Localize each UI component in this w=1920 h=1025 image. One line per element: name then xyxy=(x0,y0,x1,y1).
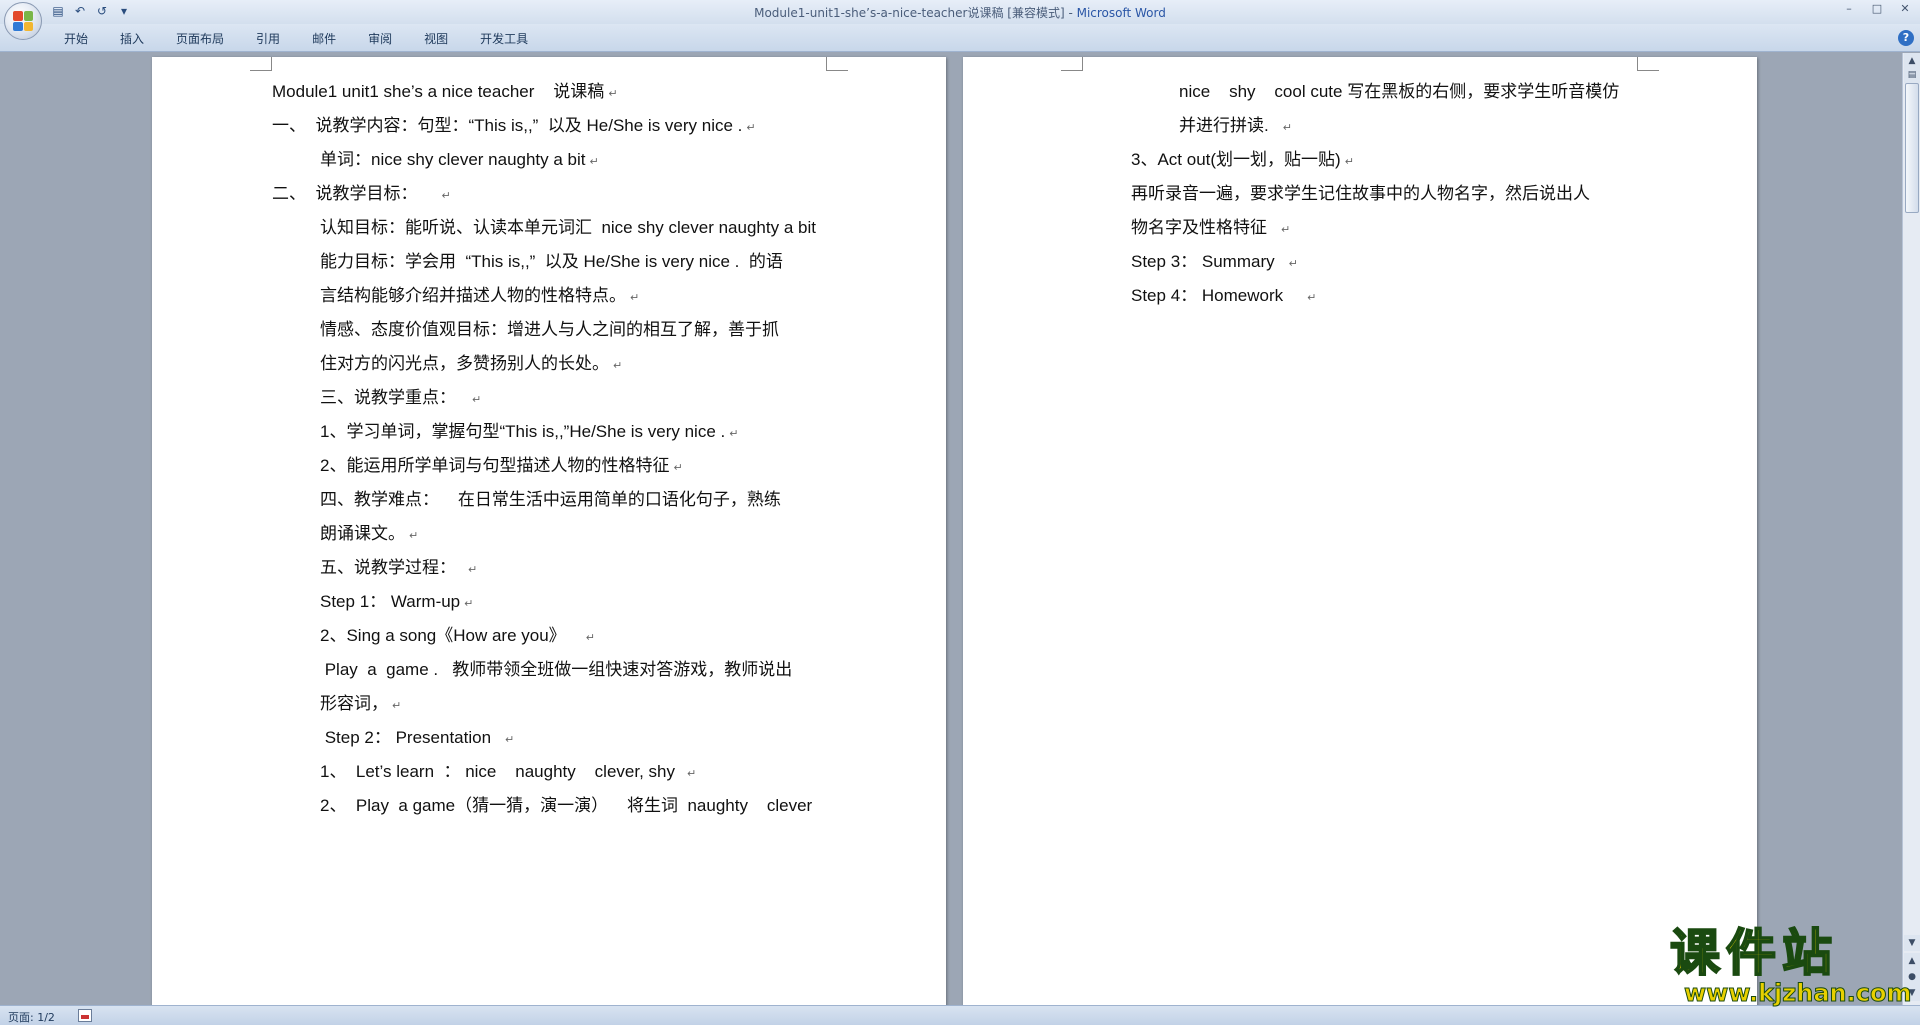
tab-review[interactable]: 审阅 xyxy=(352,30,408,48)
dropdown-icon[interactable]: ▾ xyxy=(116,3,132,19)
doc-line: 认知目标：能听说、认读本单元词汇 nice shy clever naughty… xyxy=(320,218,816,237)
office-logo-icon xyxy=(13,11,33,31)
doc-line: 1、 Let’s learn ： nice naughty clever, sh… xyxy=(320,762,697,781)
watermark-name: 课件站 xyxy=(1669,924,1838,982)
undo-icon[interactable]: ↶ xyxy=(72,3,88,19)
document-title: Module1-unit1-she’s-a-nice-teacher说课稿 [兼… xyxy=(754,6,1077,20)
watermark-url: www.kjzhan.com xyxy=(1684,979,1912,1007)
office-button[interactable] xyxy=(4,2,42,40)
doc-title-line: Module1 unit1 she’s a nice teacher 说课稿 ↵ xyxy=(272,82,618,101)
doc-line: 2、Sing a song《How are you》 ↵ xyxy=(320,626,595,645)
doc-line: 3、Act out(划一划，贴一贴) ↵ xyxy=(1131,150,1354,169)
tab-page-layout[interactable]: 页面布局 xyxy=(160,30,240,48)
doc-line: 三、说教学重点： ↵ xyxy=(320,388,482,407)
maximize-icon[interactable]: □ xyxy=(1868,2,1886,16)
window-controls: – □ ✕ xyxy=(1840,2,1914,16)
tab-mailings[interactable]: 邮件 xyxy=(296,30,352,48)
doc-line: 物名字及性格特征 ↵ xyxy=(1131,218,1291,237)
doc-line: Step 2： Presentation ↵ xyxy=(320,728,515,747)
help-icon[interactable]: ? xyxy=(1898,30,1914,46)
ribbon-tabs: 开始 插入 页面布局 引用 邮件 审阅 视图 开发工具 xyxy=(48,30,544,48)
tab-view[interactable]: 视图 xyxy=(408,30,464,48)
doc-line: 朗诵课文。 ↵ xyxy=(320,524,419,543)
minimize-icon[interactable]: – xyxy=(1840,2,1858,16)
app-name: Microsoft Word xyxy=(1076,6,1166,20)
doc-line: 再听录音一遍，要求学生记住故事中的人物名字，然后说出人 xyxy=(1131,184,1590,203)
margin-corner-mark xyxy=(1637,57,1659,71)
document-page-2[interactable]: nice shy cool cute 写在黑板的右侧，要求学生听音模仿 并进行拼… xyxy=(963,57,1757,1005)
doc-line: 言结构能够介绍并描述人物的性格特点。 ↵ xyxy=(320,286,640,305)
document-page-1[interactable]: Module1 unit1 she’s a nice teacher 说课稿 ↵ … xyxy=(152,57,946,1005)
doc-line: 能力目标：学会用 “This is,,” 以及 He/She is very n… xyxy=(320,252,783,271)
doc-line: 二、 说教学目标： ↵ xyxy=(272,184,451,203)
vertical-scrollbar[interactable]: ▲ ▤ ▼ ▲ ● ▼ xyxy=(1902,53,1920,1005)
page-indicator[interactable]: 页面: 1/2 xyxy=(8,1009,55,1025)
ribbon-tabs-bar: 开始 插入 页面布局 引用 邮件 审阅 视图 开发工具 ? xyxy=(0,24,1920,52)
margin-corner-mark xyxy=(826,57,848,71)
tab-insert[interactable]: 插入 xyxy=(104,30,160,48)
doc-line: 单词：nice shy clever naughty a bit ↵ xyxy=(320,150,599,169)
doc-line: 并进行拼读. ↵ xyxy=(1179,116,1292,135)
doc-line: 形容词， ↵ xyxy=(320,694,402,713)
doc-line: Step 4： Homework ↵ xyxy=(1131,286,1317,305)
doc-line: 一、 说教学内容：句型：“This is,,” 以及 He/She is ver… xyxy=(272,116,756,135)
tab-developer[interactable]: 开发工具 xyxy=(464,30,544,48)
status-bar: 页面: 1/2 xyxy=(0,1005,1920,1025)
scrollbar-thumb[interactable] xyxy=(1905,83,1919,213)
margin-corner-mark xyxy=(250,57,272,71)
margin-corner-mark xyxy=(1061,57,1083,71)
doc-line: 2、 Play a game（猜一猜，演一演） 将生词 naughty clev… xyxy=(320,796,813,815)
doc-line: 住对方的闪光点，多赞扬别人的长处。 ↵ xyxy=(320,354,623,373)
save-icon[interactable]: ▤ xyxy=(50,3,66,19)
doc-line: Step 3： Summary ↵ xyxy=(1131,252,1298,271)
document-workspace: Module1 unit1 she’s a nice teacher 说课稿 ↵ … xyxy=(0,53,1902,1005)
ruler-toggle-icon[interactable]: ▤ xyxy=(1904,67,1920,83)
close-icon[interactable]: ✕ xyxy=(1896,2,1914,16)
window-title: Module1-unit1-she’s-a-nice-teacher说课稿 [兼… xyxy=(0,4,1920,21)
doc-line: Step 1： Warm-up ↵ xyxy=(320,592,474,611)
quick-access-toolbar: ▤ ↶ ↺ ▾ xyxy=(50,3,132,19)
watermark-logo: 课件站 www.kjzhan.com xyxy=(1669,924,1912,1007)
tab-home[interactable]: 开始 xyxy=(48,30,104,48)
proofing-status-icon[interactable] xyxy=(78,1009,92,1022)
doc-line: 2、能运用所学单词与句型描述人物的性格特征 ↵ xyxy=(320,456,683,475)
doc-line: 五、说教学过程： ↵ xyxy=(320,558,478,577)
title-bar: Module1-unit1-she’s-a-nice-teacher说课稿 [兼… xyxy=(0,0,1920,24)
doc-line: 1、学习单词，掌握句型“This is,,”He/She is very nic… xyxy=(320,422,739,441)
doc-line: 情感、态度价值观目标：增进人与人之间的相互了解，善于抓 xyxy=(320,320,779,339)
redo-icon[interactable]: ↺ xyxy=(94,3,110,19)
doc-line: nice shy cool cute 写在黑板的右侧，要求学生听音模仿 xyxy=(1179,82,1620,101)
tab-references[interactable]: 引用 xyxy=(240,30,296,48)
doc-line: Play a game . 教师带领全班做一组快速对答游戏，教师说出 xyxy=(320,660,793,679)
doc-line: 四、教学难点： 在日常生活中运用简单的口语化句子，熟练 xyxy=(320,490,781,509)
